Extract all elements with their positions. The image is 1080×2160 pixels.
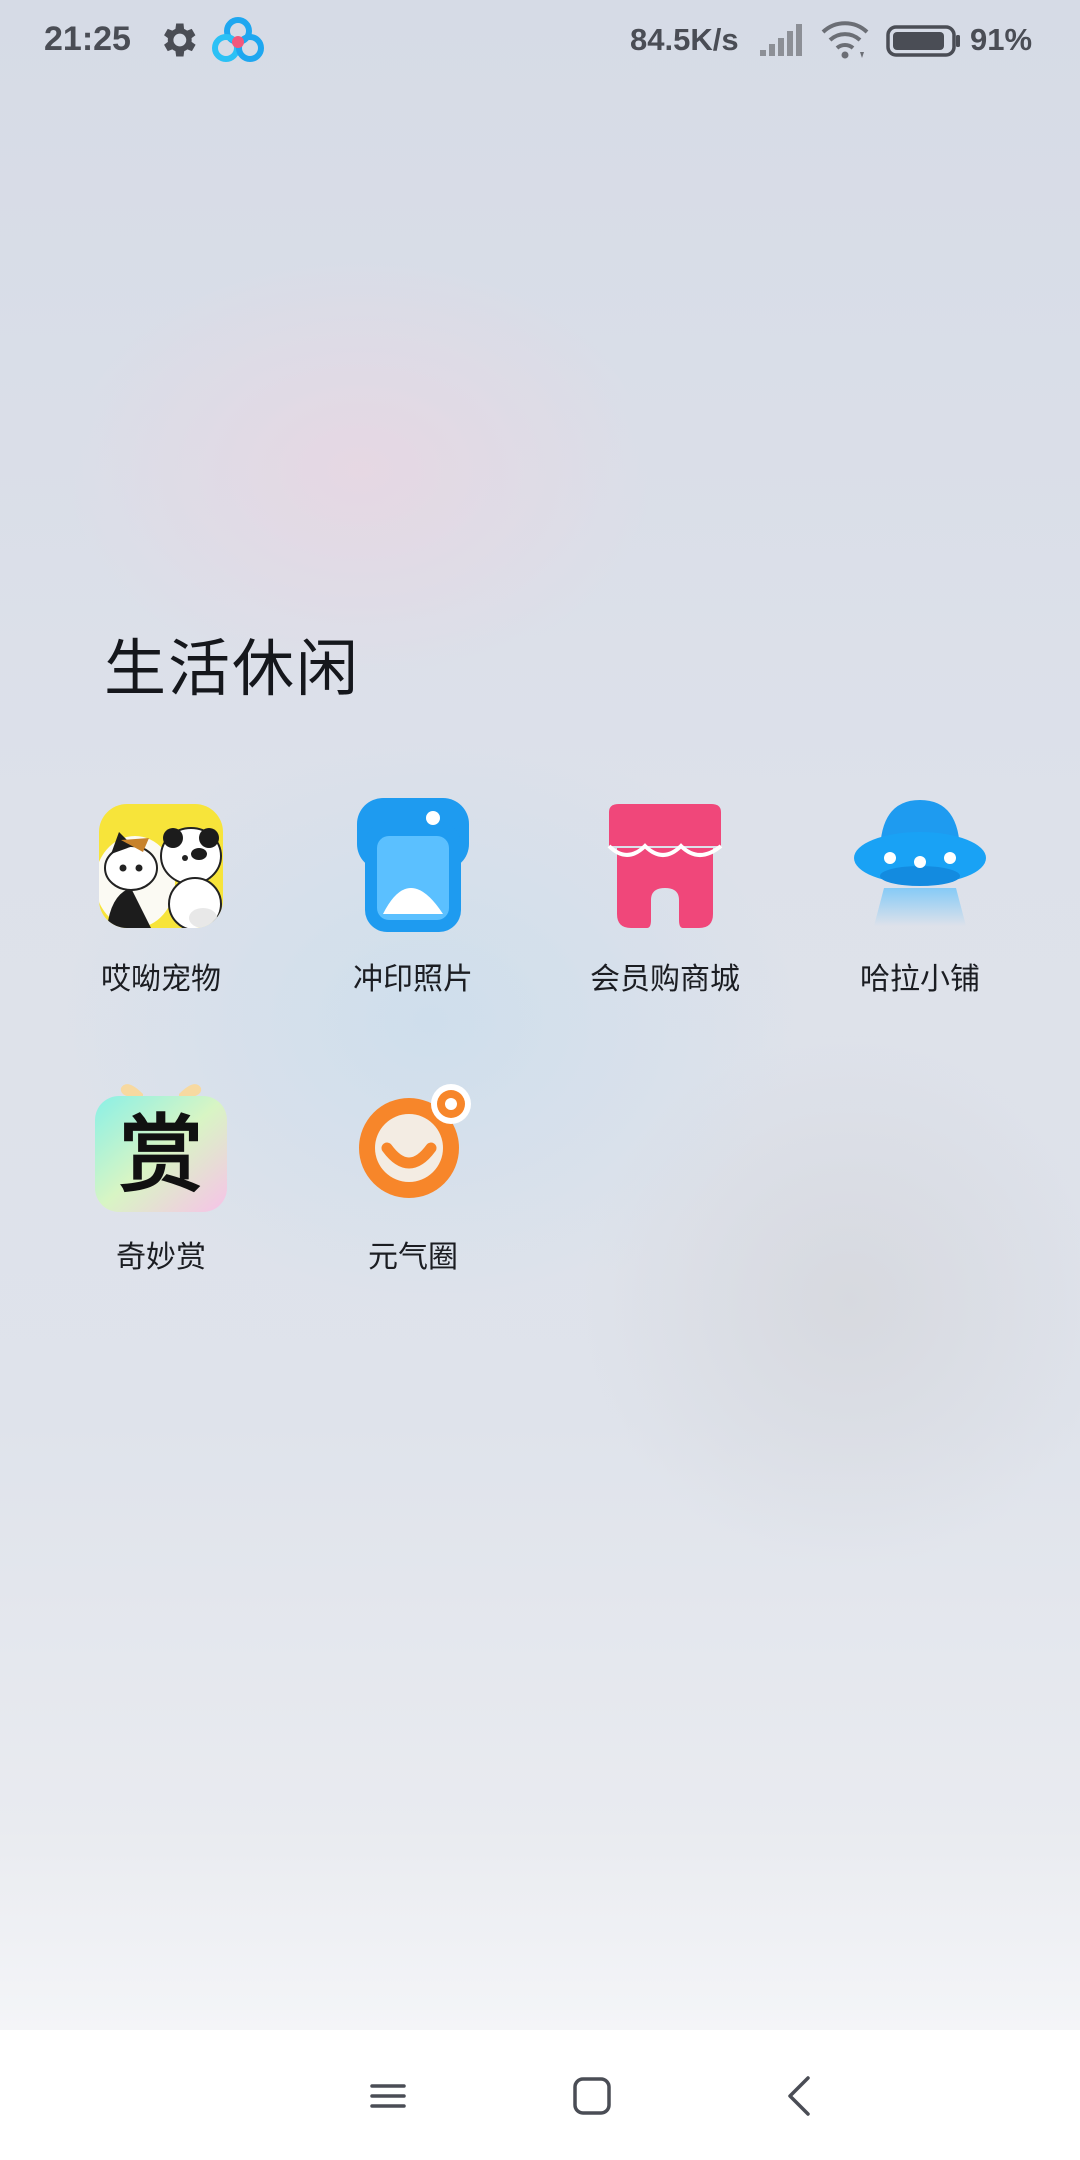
yuanqiquan-app-icon (359, 1084, 471, 1198)
app-yuanqiquan[interactable]: 元气圈 (298, 1074, 528, 1304)
qimiaoshang-app-icon: 赏 (95, 1084, 227, 1212)
app-photo-print[interactable]: 冲印照片 (298, 796, 528, 1026)
app-label: 会员购商城 (590, 962, 740, 997)
cellular-signal-icon (760, 24, 802, 56)
gear-icon (164, 23, 196, 57)
app-label: 元气圈 (368, 1240, 458, 1275)
app-qimiaoshang[interactable]: 赏 奇妙赏 (46, 1074, 276, 1304)
status-bar: 21:25 84.5K/s 91% (0, 0, 1080, 84)
app-glyph: 赏 (119, 1106, 203, 1204)
network-speed: 84.5K/s (630, 22, 739, 57)
battery-percentage: 91% (970, 22, 1033, 57)
navigation-bar (0, 2030, 1080, 2160)
app-label: 哈拉小铺 (860, 962, 980, 997)
app-hala-shop[interactable]: 哈拉小铺 (805, 796, 1035, 1026)
app-label: 奇妙赏 (116, 1240, 206, 1275)
cloud-app-icon (212, 17, 264, 62)
app-label: 冲印照片 (353, 962, 473, 997)
app-label: 哎呦宠物 (101, 962, 221, 997)
app-member-shop[interactable]: 会员购商城 (550, 796, 780, 1026)
menu-icon[interactable] (358, 2066, 418, 2126)
app-pet[interactable]: 哎呦宠物 (46, 796, 276, 1026)
home-icon[interactable] (562, 2066, 622, 2126)
battery-icon (886, 25, 960, 57)
status-time: 21:25 (44, 20, 131, 58)
photo-print-app-icon (357, 798, 469, 932)
pet-app-icon (99, 804, 223, 928)
wifi-icon (821, 21, 869, 59)
folder-title: 生活休闲 (104, 632, 361, 705)
member-shop-app-icon (607, 804, 723, 928)
hala-shop-app-icon (854, 800, 986, 926)
back-icon[interactable] (770, 2066, 830, 2126)
